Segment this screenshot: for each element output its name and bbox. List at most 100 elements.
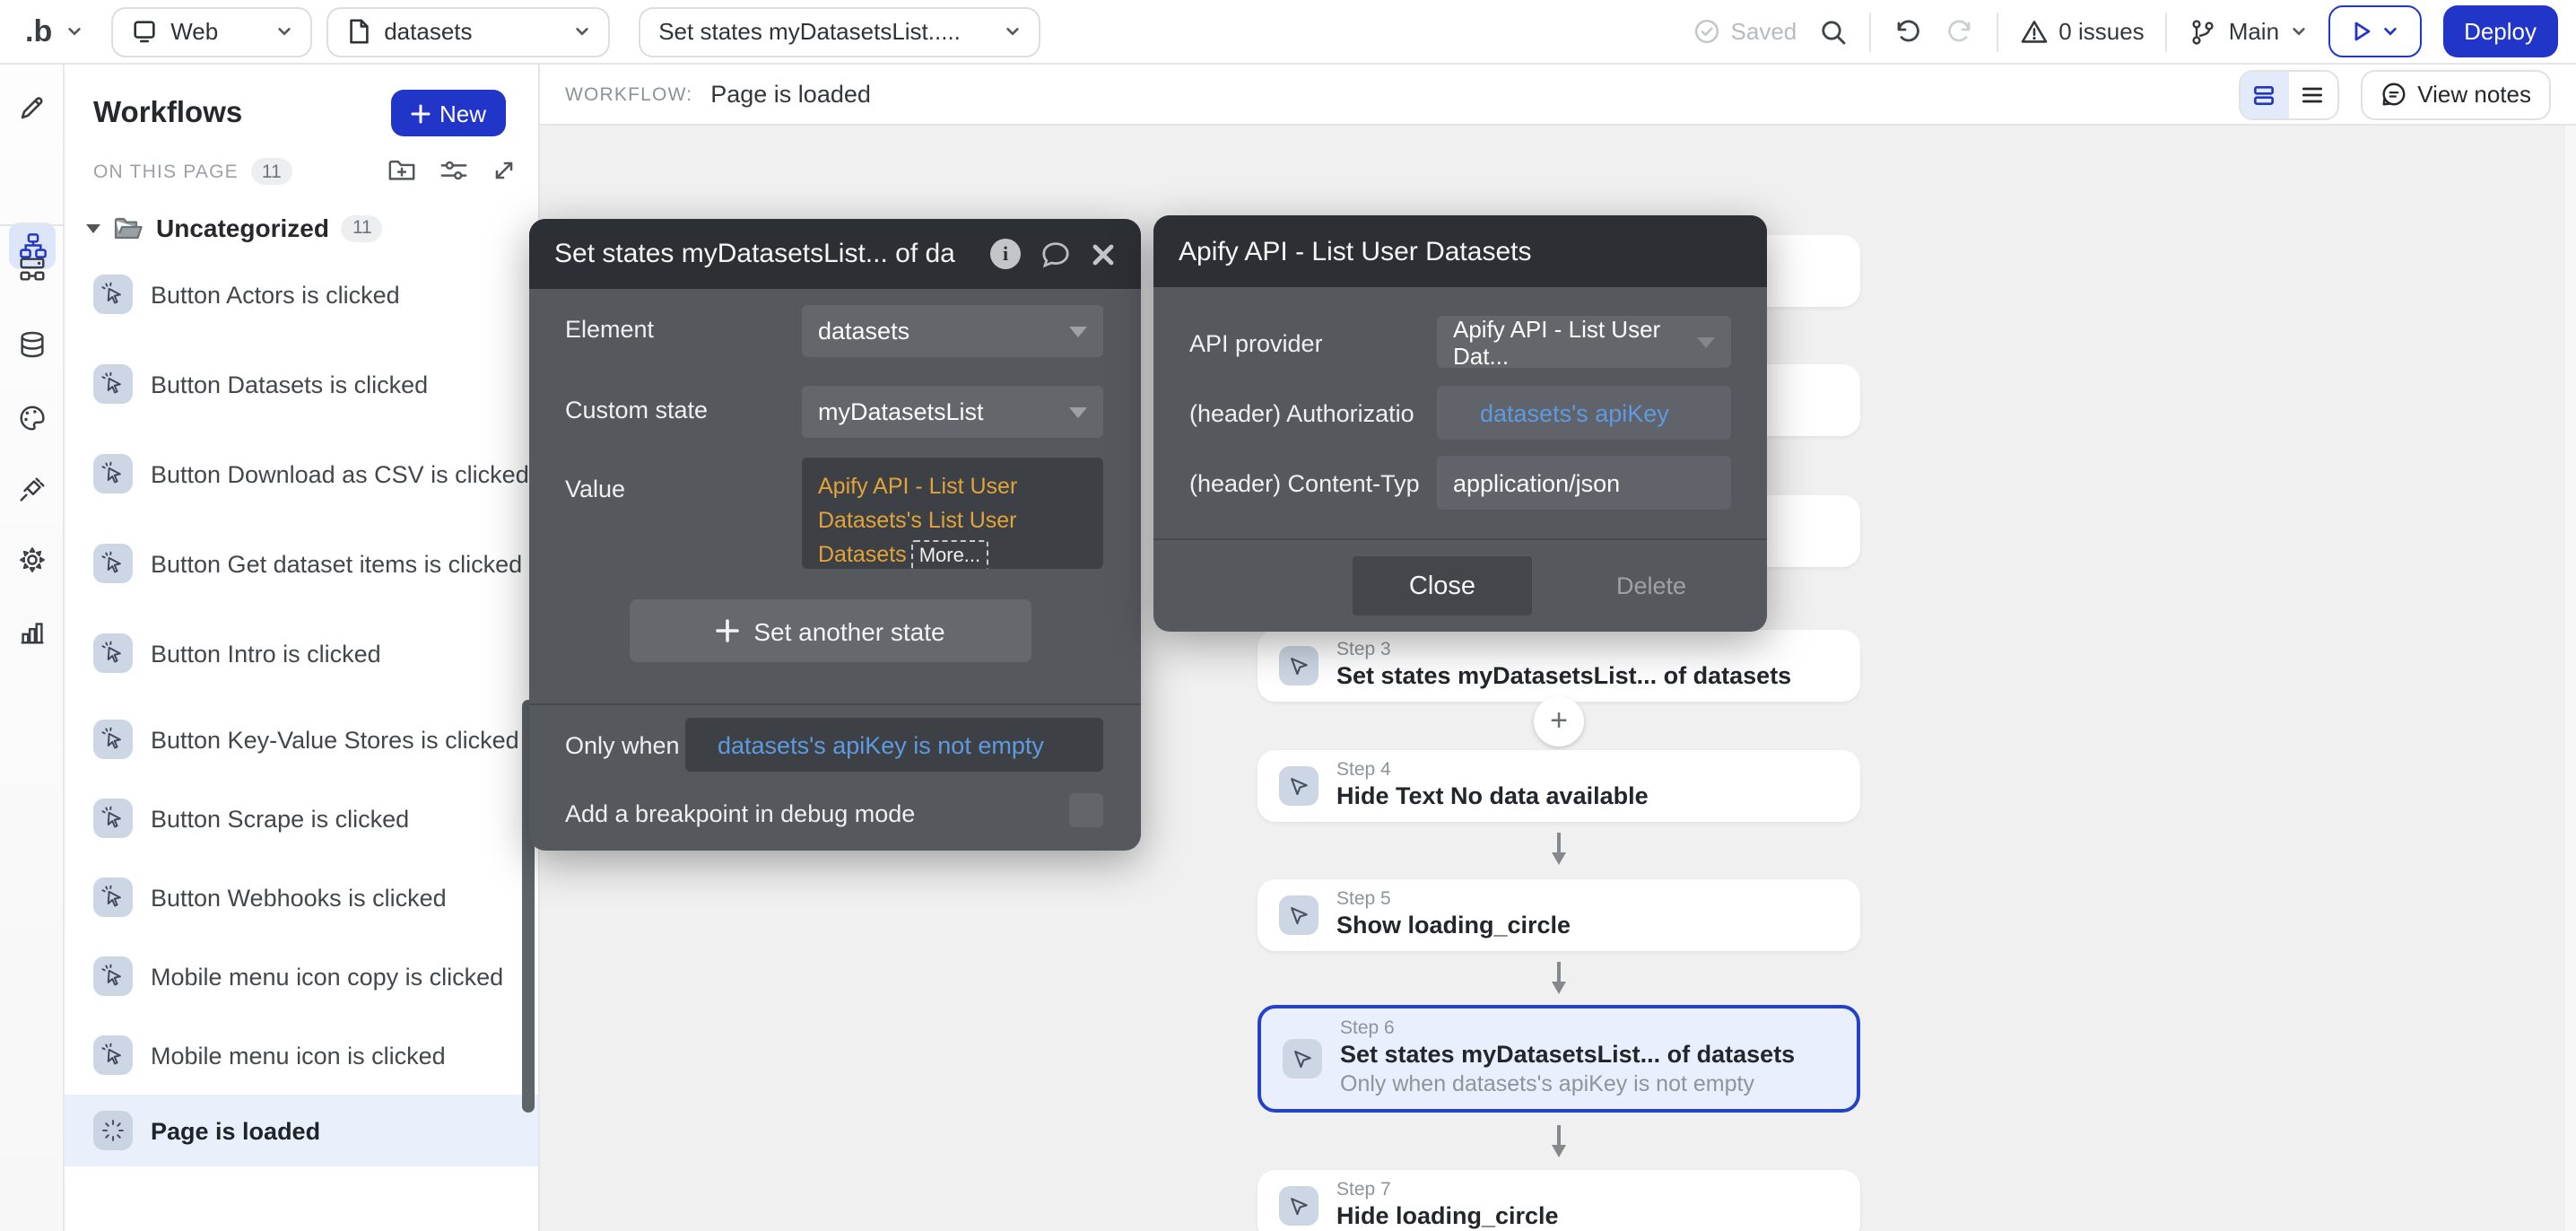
step-card-7[interactable]: Step 7 Hide loading_circle: [1258, 1170, 1860, 1231]
on-this-page-count-badge: 11: [251, 158, 292, 185]
cursor-step-icon: [1279, 895, 1318, 935]
api-modal-header[interactable]: Apify API - List User Datasets: [1153, 215, 1767, 287]
only-when-input[interactable]: datasets's apiKey is not empty: [685, 718, 1103, 772]
info-icon[interactable]: i: [990, 239, 1021, 269]
workflow-item-selected[interactable]: Page is loaded: [65, 1095, 540, 1166]
breakpoint-checkbox[interactable]: [1069, 793, 1103, 827]
sliders-icon: [439, 157, 468, 182]
plus-icon: [411, 103, 431, 123]
element-dropdown[interactable]: datasets: [802, 305, 1103, 357]
only-when-label: Only when: [565, 732, 680, 759]
auth-header-input[interactable]: datasets's apiKey: [1437, 386, 1731, 440]
workflow-item[interactable]: Button Download as CSV is clicked: [93, 452, 529, 495]
cursor-click-icon: [93, 799, 133, 838]
workflow-item[interactable]: Button Get dataset items is clicked: [93, 542, 522, 585]
auth-header-label: (header) Authorizatio: [1189, 400, 1426, 427]
step-card-6-selected[interactable]: Step 6 Set states myDatasetsList... of d…: [1258, 1005, 1860, 1113]
design-tab[interactable]: [16, 92, 47, 123]
branch-name: Main: [2229, 18, 2279, 45]
data-tab[interactable]: [16, 329, 47, 360]
plus-icon: [716, 619, 739, 642]
workflow-item[interactable]: Button Actors is clicked: [93, 273, 400, 316]
comment-bubble-icon[interactable]: [1040, 240, 1071, 268]
breakpoint-label: Add a breakpoint in debug mode: [565, 800, 915, 827]
edit-pencil-icon: [16, 92, 47, 123]
view-notes-button[interactable]: View notes: [2360, 69, 2551, 119]
plugins-tab[interactable]: [16, 475, 47, 505]
workflow-item[interactable]: Mobile menu icon is clicked: [93, 1034, 446, 1077]
step-card-3[interactable]: Step 3 Set states myDatasetsList... of d…: [1258, 630, 1860, 702]
step-title: Set states myDatasetsList... of datasets: [1336, 662, 1791, 693]
chevron-down-icon: [2382, 23, 2398, 39]
modal-title: Apify API - List User Datasets: [1179, 236, 1742, 266]
add-step-button[interactable]: +: [1534, 696, 1584, 746]
workflow-item[interactable]: Button Webhooks is clicked: [93, 876, 447, 919]
folder-uncategorized[interactable]: Uncategorized 11: [86, 214, 383, 242]
chevron-down-icon: [2290, 23, 2306, 39]
deploy-button[interactable]: Deploy: [2442, 5, 2558, 57]
custom-state-dropdown[interactable]: myDatasetsList: [802, 386, 1103, 438]
workflow-item[interactable]: Button Scrape is clicked: [93, 797, 409, 840]
styles-tab[interactable]: [16, 403, 47, 433]
logs-tab[interactable]: [16, 616, 47, 647]
page-icon: [346, 18, 371, 45]
cursor-step-icon: [1279, 1186, 1318, 1226]
close-icon[interactable]: [1091, 241, 1116, 266]
cursor-step-icon: [1279, 646, 1318, 685]
more-chip[interactable]: More...: [912, 539, 988, 569]
workflow-item[interactable]: Button Datasets is clicked: [93, 362, 428, 406]
divider: [1868, 12, 1870, 51]
folder-count-badge: 11: [342, 214, 383, 241]
expand-panel-button[interactable]: [492, 157, 517, 191]
preview-button[interactable]: [2328, 5, 2421, 57]
step-card-4[interactable]: Step 4 Hide Text No data available: [1258, 750, 1860, 822]
workflow-item[interactable]: Button Key-Value Stores is clicked: [93, 718, 519, 761]
filter-button[interactable]: [439, 157, 468, 191]
logo-chevron-down-icon[interactable]: [66, 23, 83, 39]
card-view-icon: [2251, 82, 2276, 107]
settings-tab[interactable]: [16, 545, 47, 575]
dropdown-caret-icon: [1069, 406, 1087, 417]
branch-selector[interactable]: Main: [2189, 17, 2306, 46]
bubble-logo[interactable]: .b: [18, 13, 52, 49]
list-view-button[interactable]: [2288, 71, 2337, 118]
workflow-item[interactable]: Button Intro is clicked: [93, 632, 381, 675]
new-workflow-button[interactable]: New: [391, 90, 506, 136]
page-selector-dropdown[interactable]: datasets: [326, 6, 610, 57]
search-button[interactable]: [1818, 17, 1847, 46]
new-folder-button[interactable]: [387, 156, 416, 192]
close-button[interactable]: Close: [1353, 556, 1532, 616]
platform-selector-dropdown[interactable]: Web: [111, 6, 312, 57]
save-status: Saved: [1693, 18, 1797, 45]
set-states-modal-header[interactable]: Set states myDatasetsList... of da i: [529, 219, 1141, 289]
monitor-icon: [131, 18, 158, 45]
cursor-click-icon: [93, 364, 133, 404]
redo-button[interactable]: [1944, 16, 1974, 47]
card-view-button[interactable]: [2240, 71, 2288, 118]
palette-icon: [16, 403, 47, 433]
folder-plus-icon: [387, 156, 416, 183]
on-this-page-row: ON THIS PAGE 11: [93, 158, 292, 185]
custom-state-label: Custom state: [565, 397, 708, 423]
chevron-down-icon: [1005, 23, 1021, 39]
content-type-label: (header) Content-Typ: [1189, 470, 1426, 497]
workflow-item[interactable]: Mobile menu icon copy is clicked: [93, 955, 503, 998]
undo-button[interactable]: [1892, 16, 1922, 47]
step-number: Step 7: [1336, 1179, 1559, 1202]
api-provider-dropdown[interactable]: Apify API - List User Dat...: [1437, 316, 1731, 368]
step-card-5[interactable]: Step 5 Show loading_circle: [1258, 879, 1860, 951]
issues-button[interactable]: 0 issues: [2019, 17, 2144, 46]
set-another-state-button[interactable]: Set another state: [630, 599, 1031, 662]
element-selector-dropdown[interactable]: Set states myDatasetsList.....: [639, 6, 1040, 57]
reusables-tab[interactable]: [16, 254, 47, 284]
flow-arrow-icon: [1546, 960, 1571, 996]
delete-button[interactable]: Delete: [1616, 572, 1686, 599]
cursor-click-icon: [93, 877, 133, 917]
search-icon: [1818, 17, 1847, 46]
content-type-input[interactable]: application/json: [1437, 456, 1731, 510]
step-title: Hide loading_circle: [1336, 1202, 1559, 1231]
canvas-scrollbar-track[interactable]: [2565, 126, 2576, 1231]
step-number: Step 5: [1336, 888, 1571, 912]
value-expression-input[interactable]: Apify API - List User Datasets's List Us…: [802, 458, 1103, 569]
step-number: Step 3: [1336, 639, 1791, 662]
